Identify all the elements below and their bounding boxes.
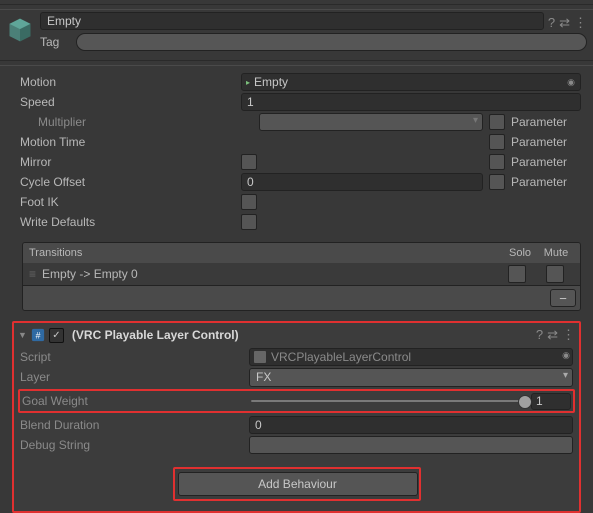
svg-text:#: # — [35, 331, 40, 341]
blend-duration-input[interactable] — [249, 416, 573, 434]
help-icon[interactable]: ? — [536, 327, 543, 343]
foot-ik-label: Foot IK — [20, 195, 235, 209]
solo-checkbox[interactable] — [508, 265, 526, 283]
motion-label: Motion — [20, 75, 235, 89]
parameter-label: Parameter — [511, 135, 581, 149]
mirror-label: Mirror — [20, 155, 235, 169]
menu-icon[interactable]: ⋮ — [574, 16, 587, 29]
preset-icon[interactable]: ⇄ — [559, 16, 570, 29]
layer-label: Layer — [20, 370, 245, 384]
component-menu-icon[interactable]: ⋮ — [562, 327, 575, 343]
foldout-icon[interactable]: ▼ — [18, 330, 27, 340]
object-picker-icon[interactable]: ◉ — [564, 76, 578, 88]
script-field[interactable]: VRCPlayableLayerControl ◉ — [249, 348, 573, 366]
multiplier-dropdown[interactable] — [259, 113, 483, 131]
drag-handle-icon[interactable]: ≡ — [29, 267, 36, 281]
component-enabled-checkbox[interactable]: ✓ — [49, 328, 64, 343]
parameter-label: Parameter — [511, 175, 581, 189]
script-value: VRCPlayableLayerControl — [271, 350, 411, 364]
speed-label: Speed — [20, 95, 235, 109]
cycle-offset-input[interactable] — [241, 173, 483, 191]
multiplier-param-checkbox[interactable] — [489, 114, 505, 130]
layer-value: FX — [256, 370, 271, 384]
debug-string-label: Debug String — [20, 438, 245, 452]
mirror-checkbox[interactable] — [241, 154, 257, 170]
cycle-offset-label: Cycle Offset — [20, 175, 235, 189]
write-defaults-label: Write Defaults — [20, 215, 235, 229]
script-label: Script — [20, 350, 245, 364]
component-vrc-playable-layer-control: ▼ # ✓ (VRC Playable Layer Control) ? ⇄ ⋮… — [12, 321, 581, 513]
script-icon: # — [31, 328, 45, 342]
foot-ik-checkbox[interactable] — [241, 194, 257, 210]
component-title: (VRC Playable Layer Control) — [72, 328, 532, 342]
help-icon[interactable]: ? — [548, 16, 555, 29]
parameter-label: Parameter — [511, 115, 581, 129]
add-behaviour-label: Add Behaviour — [258, 477, 337, 491]
tag-field[interactable] — [76, 33, 587, 51]
object-picker-icon[interactable]: ◉ — [562, 350, 570, 361]
transitions-title: Transitions — [29, 247, 502, 259]
parameter-label: Parameter — [511, 155, 581, 169]
transition-row[interactable]: ≡ Empty -> Empty 0 — [23, 263, 580, 285]
motion-field[interactable]: ▸ Empty ◉ — [241, 73, 581, 91]
motion-time-param-checkbox[interactable] — [489, 134, 505, 150]
tag-label: Tag — [40, 35, 72, 49]
layer-dropdown[interactable]: FX — [249, 368, 573, 387]
blend-duration-label: Blend Duration — [20, 418, 245, 432]
transitions-list: Transitions Solo Mute ≡ Empty -> Empty 0… — [22, 242, 581, 311]
debug-string-input[interactable] — [249, 436, 573, 454]
remove-transition-button[interactable]: − — [550, 289, 576, 307]
add-behaviour-button[interactable]: Add Behaviour — [178, 472, 418, 496]
write-defaults-checkbox[interactable] — [241, 214, 257, 230]
state-name-input[interactable] — [40, 12, 544, 30]
goal-weight-input[interactable] — [531, 393, 571, 410]
solo-column: Solo — [502, 247, 538, 259]
mirror-param-checkbox[interactable] — [489, 154, 505, 170]
state-icon — [6, 16, 34, 44]
transition-label: Empty -> Empty 0 — [42, 267, 498, 281]
mute-checkbox[interactable] — [546, 265, 564, 283]
motion-time-label: Motion Time — [20, 135, 235, 149]
multiplier-label: Multiplier — [20, 115, 253, 129]
script-file-icon — [254, 351, 266, 363]
goal-weight-slider[interactable] — [251, 394, 525, 408]
cycle-offset-param-checkbox[interactable] — [489, 174, 505, 190]
mute-column: Mute — [538, 247, 574, 259]
motion-value: Empty — [254, 75, 288, 89]
preset-icon[interactable]: ⇄ — [547, 327, 558, 343]
goal-weight-label: Goal Weight — [22, 394, 247, 408]
speed-input[interactable] — [241, 93, 581, 111]
